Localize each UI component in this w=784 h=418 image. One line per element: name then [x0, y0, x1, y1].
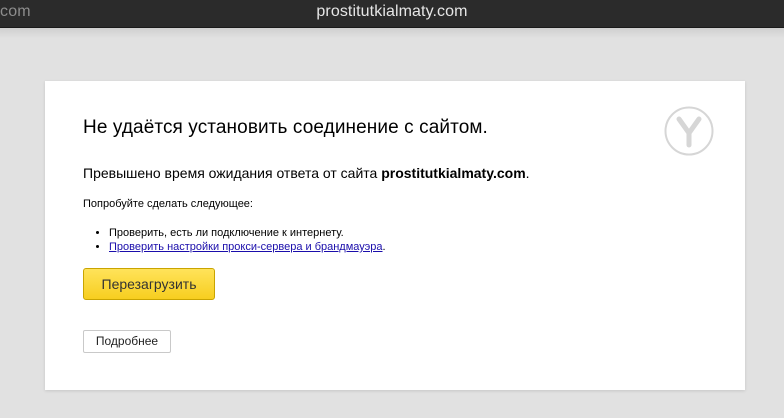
try-following-label: Попробуйте сделать следующее:	[83, 198, 253, 210]
error-card: Не удаётся установить соединение с сайто…	[45, 81, 745, 390]
suggestion-check-internet: Проверить, есть ли подключение к интерне…	[109, 226, 386, 240]
details-button[interactable]: Подробнее	[83, 330, 171, 353]
error-description: Превышено время ожидания ответа от сайта…	[83, 165, 530, 181]
yandex-browser-logo-icon	[664, 106, 714, 156]
error-description-end: .	[525, 165, 530, 181]
proxy-settings-link[interactable]: Проверить настройки прокси-сервера и бра…	[109, 241, 383, 253]
error-site-name: prostitutkialmaty.com	[381, 165, 526, 181]
reload-button[interactable]: Перезагрузить	[83, 268, 215, 300]
browser-top-bar: com prostitutkialmaty.com	[0, 0, 784, 28]
page-url-title: prostitutkialmaty.com	[316, 3, 468, 20]
top-bar-shadow	[0, 28, 784, 38]
suggestion-check-proxy: Проверить настройки прокси-сервера и бра…	[109, 240, 386, 254]
suggestions-list: Проверить, есть ли подключение к интерне…	[109, 226, 386, 254]
suggestion-end: .	[382, 241, 386, 253]
error-heading: Не удаётся установить соединение с сайто…	[83, 117, 488, 138]
error-description-text: Превышено время ожидания ответа от сайта	[83, 165, 382, 181]
